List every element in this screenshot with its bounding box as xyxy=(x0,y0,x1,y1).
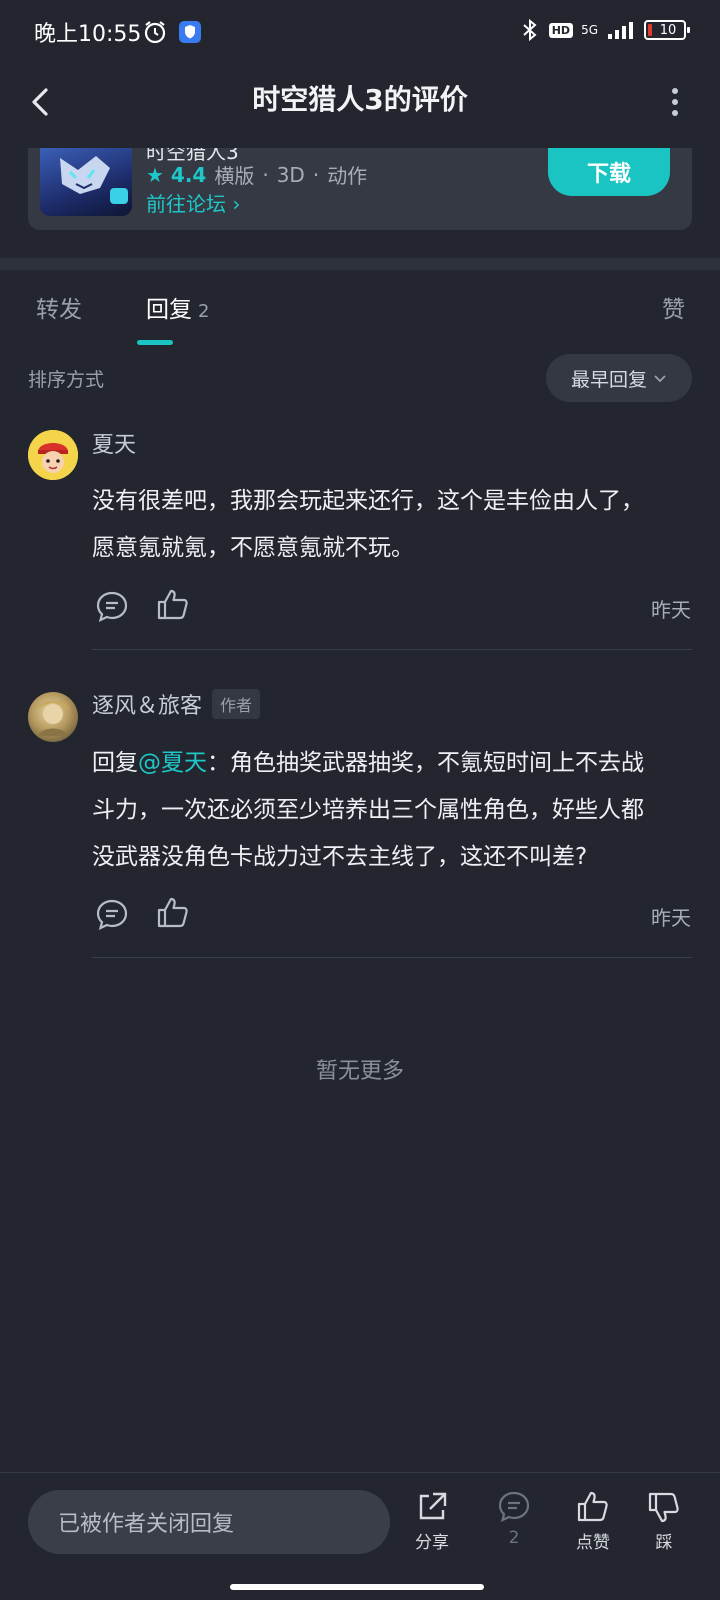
section-divider xyxy=(0,258,720,270)
like-label: 点赞 xyxy=(576,1533,610,1553)
rating: ★ 4.4 xyxy=(146,163,206,187)
alarm-icon xyxy=(144,21,166,44)
tab-active-indicator xyxy=(137,340,173,345)
comment-time: 昨天 xyxy=(651,598,691,622)
thumbs-up-icon[interactable] xyxy=(156,588,190,622)
chevron-right-icon: › xyxy=(232,192,241,216)
tag-type: 动作 xyxy=(327,164,368,188)
forum-link[interactable]: 前往论坛 › xyxy=(146,188,240,217)
comment-count: 2 xyxy=(508,1528,520,1548)
sort-dropdown[interactable]: 最早回复 xyxy=(546,354,692,402)
network-label: 5G xyxy=(581,23,598,37)
more-options-icon[interactable] xyxy=(670,86,680,118)
shield-app-icon xyxy=(179,21,201,43)
like-button[interactable]: 点赞 xyxy=(563,1490,623,1553)
thumbs-up-icon[interactable] xyxy=(156,896,190,930)
comment-icon xyxy=(498,1491,530,1522)
reply-icon[interactable] xyxy=(95,898,129,932)
dislike-label: 踩 xyxy=(655,1533,673,1553)
comment-header: 逐风＆旅客 作者 xyxy=(92,688,261,720)
share-label: 分享 xyxy=(415,1533,449,1553)
game-meta: ★ 4.4 横版 · 3D · 动作 xyxy=(146,160,367,189)
status-time: 晚上10:55 xyxy=(34,22,142,47)
thumbs-down-icon xyxy=(648,1492,679,1523)
status-bar: 晚上10:55 HD 5G 10 xyxy=(0,0,720,64)
comment-username[interactable]: 夏天 xyxy=(92,427,136,459)
page-title: 时空猎人3的评价 xyxy=(252,83,468,116)
game-icon[interactable] xyxy=(40,148,132,216)
comment-text: 没有很差吧，我那会玩起来还行，这个是丰俭由人了， 愿意氪就氪，不愿意氪就不玩。 xyxy=(92,478,692,572)
share-icon xyxy=(419,1492,447,1520)
wolf-character-icon xyxy=(60,156,128,204)
comment-text: 回复@夏天：角色抽奖武器抽奖，不氪短时间上不去战 斗力，一次还必须至少培养出三个… xyxy=(92,740,692,881)
comment-button: 2 xyxy=(484,1490,544,1548)
comment-line: 回复@夏天：角色抽奖武器抽奖，不氪短时间上不去战 xyxy=(92,740,692,787)
battery-level: 10 xyxy=(659,22,677,38)
comment-time: 昨天 xyxy=(651,906,691,930)
tab-reply-count: 2 xyxy=(198,301,210,322)
download-button[interactable]: 下载 xyxy=(548,148,670,196)
comment-line: 愿意氪就氪，不愿意氪就不玩。 xyxy=(92,535,414,561)
tag-genre: 横版 xyxy=(214,164,255,188)
chevron-down-icon xyxy=(654,375,666,383)
tab-forward[interactable]: 转发 xyxy=(36,290,82,324)
comment-line: 没武器没角色卡战力过不去主线了，这还不叫差? xyxy=(92,844,588,870)
reply-closed-field: 已被作者关闭回复 xyxy=(28,1490,390,1554)
game-card[interactable]: 时空猎人3 ★ 4.4 横版 · 3D · 动作 前往论坛 › 下载 xyxy=(28,148,692,230)
rating-value: 4.4 xyxy=(170,162,207,187)
home-indicator[interactable] xyxy=(230,1584,484,1590)
share-button[interactable]: 分享 xyxy=(402,1490,462,1553)
reply-prefix: 回复 xyxy=(92,750,138,776)
dislike-button[interactable]: 踩 xyxy=(634,1490,694,1553)
signal-icon xyxy=(608,22,633,39)
no-more-label: 暂无更多 xyxy=(315,1059,404,1084)
comment-divider xyxy=(92,957,692,958)
comment-username[interactable]: 逐风＆旅客 xyxy=(92,688,202,720)
avatar[interactable] xyxy=(28,692,78,742)
reply-icon[interactable] xyxy=(95,590,129,624)
star-icon: ★ xyxy=(146,162,164,187)
avatar[interactable] xyxy=(28,430,78,480)
tab-reply-label: 回复 xyxy=(146,297,192,323)
bluetooth-icon xyxy=(523,18,537,42)
status-indicators: HD 5G 10 xyxy=(519,18,690,42)
battery-icon: 10 xyxy=(644,20,690,40)
forum-link-label: 前往论坛 xyxy=(146,192,226,216)
mention-link[interactable]: @夏天 xyxy=(138,750,207,776)
cartoon-boy-avatar xyxy=(28,430,78,480)
comment-divider xyxy=(92,649,692,650)
sort-label: 排序方式 xyxy=(28,369,105,391)
comment-line: 斗力，一次还必须至少培养出三个属性角色，好些人都 xyxy=(92,797,644,823)
thumbs-up-icon xyxy=(577,1491,608,1522)
hd-badge: HD xyxy=(548,22,574,38)
tag-separator: · xyxy=(262,162,269,187)
comment-line-rest: ：角色抽奖武器抽奖，不氪短时间上不去战 xyxy=(207,750,644,776)
tag-separator: · xyxy=(312,162,320,187)
tab-reply[interactable]: 回复 2 xyxy=(146,290,209,324)
tag-dimension: 3D xyxy=(276,162,305,187)
comment-line: 没有很差吧，我那会玩起来还行，这个是丰俭由人了， xyxy=(92,488,644,514)
author-badge: 作者 xyxy=(212,689,261,719)
tab-like[interactable]: 赞 xyxy=(662,290,685,324)
sort-value: 最早回复 xyxy=(570,368,647,391)
anime-character-avatar xyxy=(36,701,70,736)
